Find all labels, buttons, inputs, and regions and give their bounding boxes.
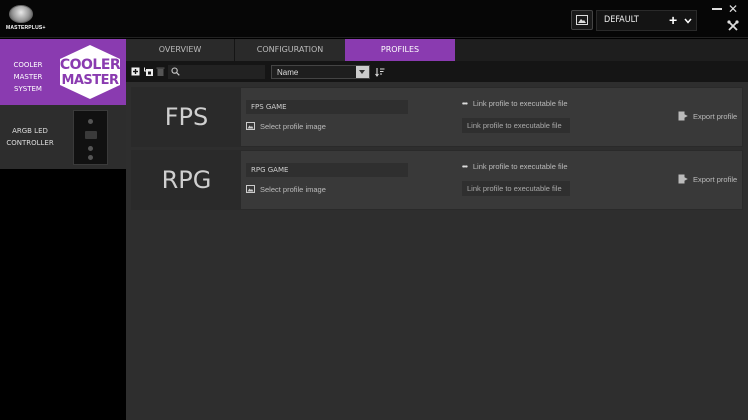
search-icon <box>171 67 180 76</box>
profiles-toolbar: Name <box>126 61 748 82</box>
link-executable-label[interactable]: ••• Link profile to executable file <box>462 99 568 108</box>
profile-thumbnail[interactable]: FPS <box>132 88 241 146</box>
more-icon[interactable]: ••• <box>462 99 468 108</box>
import-icon[interactable] <box>144 67 153 76</box>
main-panel: OVERVIEW CONFIGURATION PROFILES Name FPS… <box>126 39 748 420</box>
chevron-down-icon[interactable] <box>684 17 692 25</box>
minimize-button[interactable] <box>712 8 722 10</box>
device-label: ARGB LED CONTROLLER <box>6 127 54 147</box>
device-sidebar: COOLER MASTER SYSTEM COOLER MASTER ARGB … <box>0 39 126 420</box>
current-profile-label: DEFAULT <box>604 15 639 25</box>
picture-icon <box>246 122 255 130</box>
tab-configuration[interactable]: CONFIGURATION <box>235 39 345 61</box>
close-button[interactable]: ✕ <box>728 2 738 16</box>
profile-image-button[interactable] <box>571 10 593 30</box>
executable-path-field[interactable]: Link profile to executable file <box>462 181 570 196</box>
sort-value: Name <box>277 68 299 77</box>
title-bar: MASTERPLUS+ DEFAULT + ✕ <box>0 0 748 38</box>
profile-name-field[interactable]: FPS GAME <box>246 100 408 114</box>
profile-name-field[interactable]: RPG GAME <box>246 163 408 177</box>
current-profile-dropdown[interactable]: DEFAULT + <box>596 10 697 31</box>
export-icon <box>678 174 688 184</box>
image-icon <box>576 15 588 25</box>
search-input[interactable] <box>168 65 265 79</box>
profile-card[interactable]: FPS FPS GAME Select profile image ••• Lin… <box>131 87 743 147</box>
profile-card[interactable]: RPG RPG GAME Select profile image ••• Lin… <box>131 150 743 210</box>
export-icon <box>678 111 688 121</box>
tab-bar: OVERVIEW CONFIGURATION PROFILES <box>126 39 748 61</box>
tab-overview[interactable]: OVERVIEW <box>126 39 235 61</box>
select-profile-image-link[interactable]: Select profile image <box>246 185 326 195</box>
argb-controller-image <box>73 110 108 165</box>
device-argb-led-controller[interactable]: ARGB LED CONTROLLER <box>0 105 126 169</box>
device-label: COOLER MASTER SYSTEM <box>13 61 43 93</box>
cooler-master-logo: COOLER MASTER <box>58 44 122 100</box>
select-profile-image-link[interactable]: Select profile image <box>246 122 326 132</box>
sort-dropdown[interactable]: Name <box>271 65 370 79</box>
add-profile-button[interactable]: + <box>669 12 677 28</box>
add-icon[interactable] <box>131 67 140 76</box>
sort-icon[interactable] <box>375 67 385 77</box>
masterplus-logo: MASTERPLUS+ <box>6 3 46 35</box>
select-profile-image-label: Select profile image <box>260 122 326 131</box>
executable-path-field[interactable]: Link profile to executable file <box>462 118 570 133</box>
profile-thumbnail[interactable]: RPG <box>132 151 241 209</box>
tools-icon[interactable] <box>727 20 739 32</box>
export-profile-button[interactable]: Export profile <box>678 111 737 121</box>
export-profile-button[interactable]: Export profile <box>678 174 737 184</box>
picture-icon <box>246 185 255 193</box>
delete-icon[interactable] <box>156 67 165 76</box>
select-profile-image-label: Select profile image <box>260 185 326 194</box>
logo-text: MASTERPLUS+ <box>6 25 46 31</box>
link-executable-label[interactable]: ••• Link profile to executable file <box>462 162 568 171</box>
tab-profiles[interactable]: PROFILES <box>345 39 455 61</box>
device-cooler-master-system[interactable]: COOLER MASTER SYSTEM COOLER MASTER <box>0 39 126 105</box>
more-icon[interactable]: ••• <box>462 162 468 171</box>
profile-thumbnail-label: RPG <box>161 166 212 194</box>
profile-thumbnail-label: FPS <box>164 103 209 131</box>
chevron-down-icon[interactable] <box>356 66 369 78</box>
